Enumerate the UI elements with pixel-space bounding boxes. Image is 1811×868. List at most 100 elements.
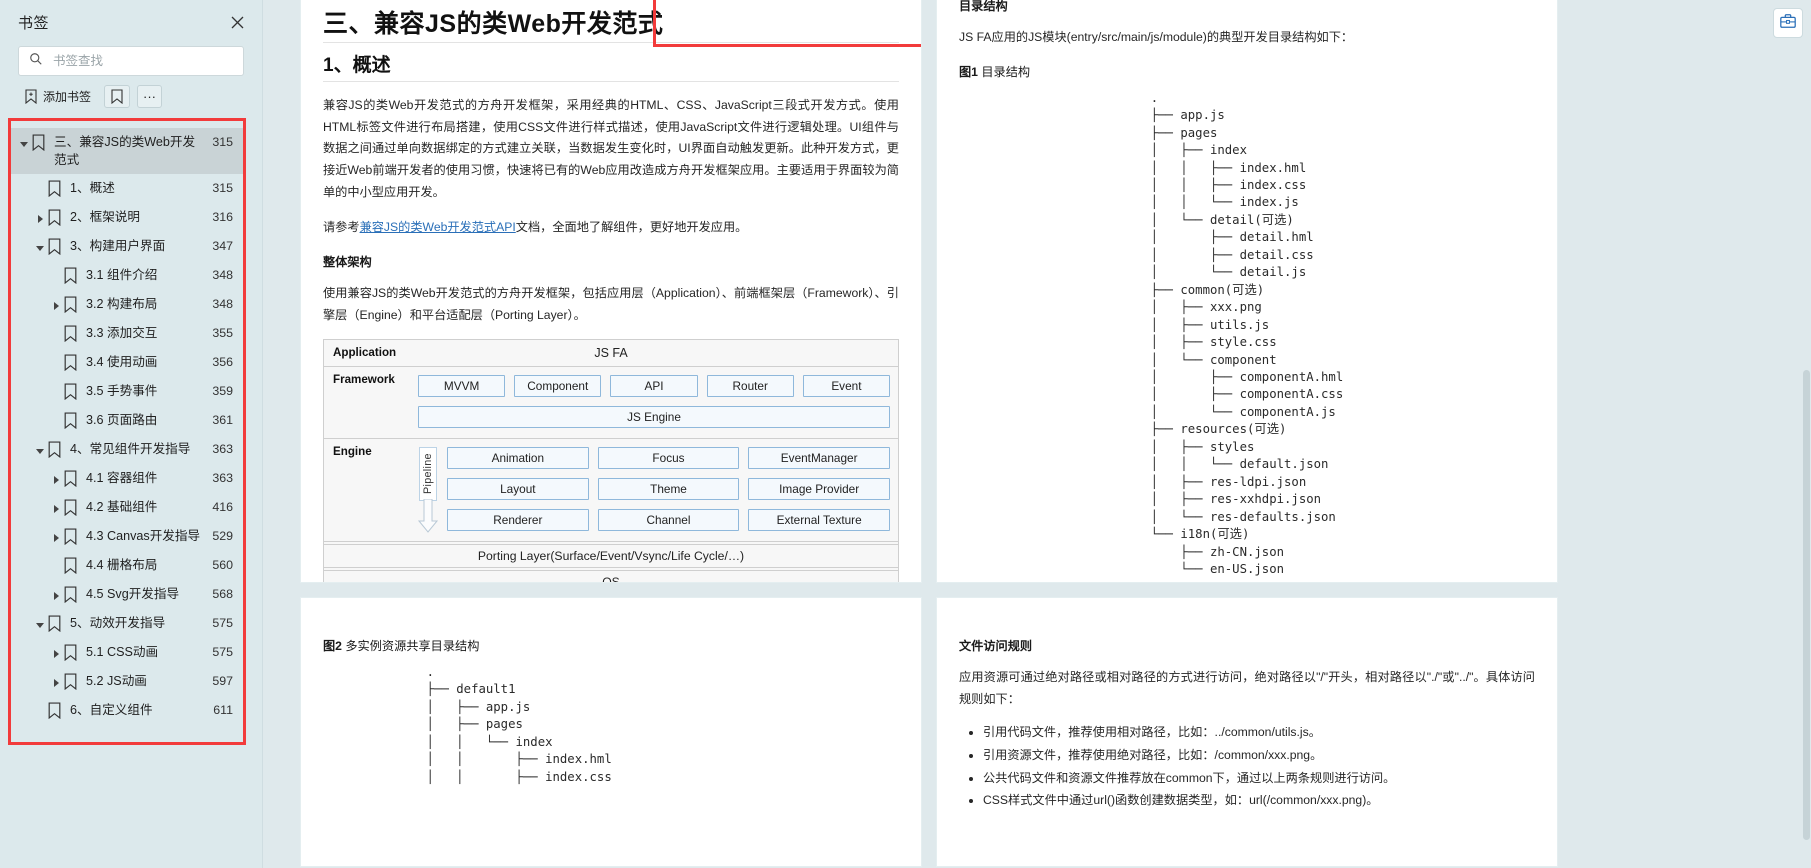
bookmark-tree[interactable]: 三、兼容JS的类Web开发范式 315 1、概述 315 2、框架说明 316 3、构建用户… <box>11 121 243 742</box>
toolbox-button[interactable] <box>1773 8 1803 38</box>
bookmark-icon <box>47 205 63 227</box>
arch-cell-event: Event <box>802 374 890 397</box>
arch-cell-external-texture: External Texture <box>748 508 890 531</box>
list-item: 引用资源文件，推荐使用绝对路径，比如：/common/xxx.png。 <box>983 744 1535 767</box>
arch-label-framework: Framework <box>333 372 395 386</box>
sidebar-toolbar: 添加书签 ··· <box>0 76 262 118</box>
document-viewer[interactable]: 三、兼容JS的类Web开发范式 1、概述 兼容JS的类Web开发范式的方舟开发框… <box>268 0 1765 868</box>
chevron-down-icon[interactable] <box>17 130 31 152</box>
tree-item-label: 3、构建用户界面 <box>70 238 166 253</box>
tree-item[interactable]: 3.6 页面路由 361 <box>11 406 243 435</box>
tree-item-page-number: 363 <box>212 441 233 456</box>
tree-item[interactable]: 4.2 基础组件 416 <box>11 493 243 522</box>
doc-subheading-directory: 目录结构 <box>959 0 1008 13</box>
bookmark-icon <box>63 640 79 662</box>
doc-heading-1: 三、兼容JS的类Web开发范式 <box>323 0 899 43</box>
chevron-right-icon[interactable] <box>49 582 63 604</box>
arch-framework-wide-row: JS Engine <box>332 405 890 428</box>
arch-cell-image-provider: Image Provider <box>748 477 890 500</box>
para2-suffix: 文档，全面地了解组件，更好地开发应用。 <box>515 219 748 234</box>
tree-item[interactable]: 三、兼容JS的类Web开发范式 315 <box>11 128 243 174</box>
chevron-right-icon[interactable] <box>49 640 63 662</box>
pages-grid: 三、兼容JS的类Web开发范式 1、概述 兼容JS的类Web开发范式的方舟开发框… <box>268 0 1765 866</box>
doc-paragraph-file-access: 应用资源可通过绝对路径或相对路径的方式进行访问，绝对路径以"/"开头，相对路径以… <box>959 670 1535 706</box>
tree-item-page-number: 597 <box>212 673 233 688</box>
chevron-right-icon[interactable] <box>49 524 63 546</box>
chevron-down-icon[interactable] <box>33 437 47 459</box>
arch-cell-channel: Channel <box>597 508 740 531</box>
tree-item-page-number: 348 <box>212 296 233 311</box>
ellipsis-icon: ··· <box>143 89 157 104</box>
more-options-button[interactable]: ··· <box>137 85 163 108</box>
doc-subheading-architecture: 整体架构 <box>323 255 372 270</box>
tree-item[interactable]: 4.3 Canvas开发指导 529 <box>11 522 243 551</box>
tree-item-label: 1、概述 <box>70 180 115 195</box>
arch-cell-component: Component <box>514 374 602 397</box>
tree-item[interactable]: 3.2 构建布局 348 <box>11 290 243 319</box>
chevron-right-icon[interactable] <box>49 292 63 314</box>
tree-item[interactable]: 4.5 Svg开发指导 568 <box>11 580 243 609</box>
tree-item[interactable]: 2、框架说明 316 <box>11 203 243 232</box>
vertical-scrollbar[interactable] <box>1803 370 1810 840</box>
bookmark-tree-highlight: 三、兼容JS的类Web开发范式 315 1、概述 315 2、框架说明 316 3、构建用户… <box>8 118 246 745</box>
tree-item[interactable]: 4.1 容器组件 363 <box>11 464 243 493</box>
arch-cell-theme: Theme <box>597 477 740 500</box>
tree-item[interactable]: 3.4 使用动画 356 <box>11 348 243 377</box>
tree-item-page-number: 359 <box>212 383 233 398</box>
tree-item-label: 6、自定义组件 <box>70 702 153 717</box>
chevron-down-icon[interactable] <box>33 611 47 633</box>
arch-value-jsfa: JS FA <box>594 345 628 360</box>
tree-item-label: 4.3 Canvas开发指导 <box>86 528 201 543</box>
bookmark-tool-button[interactable] <box>104 85 131 108</box>
bookmark-plus-icon <box>24 89 38 105</box>
tree-item[interactable]: 3.1 组件介绍 348 <box>11 261 243 290</box>
tree-item[interactable]: 1、概述 315 <box>11 174 243 203</box>
page-title: 书签 <box>18 14 50 32</box>
tree-item-page-number: 356 <box>212 354 233 369</box>
chevron-right-icon[interactable] <box>33 205 47 227</box>
chevron-right-icon[interactable] <box>49 669 63 691</box>
chevron-right-icon[interactable] <box>49 495 63 517</box>
bookmark-icon <box>63 379 79 401</box>
close-icon[interactable] <box>226 11 248 33</box>
tree-item-page-number: 575 <box>212 644 233 659</box>
search-box[interactable] <box>18 46 244 76</box>
tree-item-page-number: 611 <box>213 702 233 717</box>
api-doc-link[interactable]: 兼容JS的类Web开发范式API <box>360 220 516 234</box>
tree-item[interactable]: 6、自定义组件 611 <box>11 696 243 725</box>
bookmark-icon <box>63 263 79 285</box>
chevron-right-icon[interactable] <box>49 466 63 488</box>
tree-item-page-number: 315 <box>212 180 233 195</box>
add-bookmark-button[interactable]: 添加书签 <box>18 85 97 108</box>
tree-item[interactable]: 3、构建用户界面 347 <box>11 232 243 261</box>
figure-2-caption: 图2 多实例资源共享目录结构 <box>323 636 899 654</box>
chevron-down-icon[interactable] <box>33 234 47 256</box>
right-page-column: 目录结构 JS FA应用的JS模块(entry/src/main/js/modu… <box>937 0 1557 866</box>
arch-cell-router: Router <box>706 374 794 397</box>
bookmark-icon <box>63 582 79 604</box>
tree-item[interactable]: 3.3 添加交互 355 <box>11 319 243 348</box>
arch-engine-cells: Animation Focus EventManager Layout Them… <box>447 446 890 531</box>
tree-item[interactable]: 3.5 手势事件 359 <box>11 377 243 406</box>
tree-item[interactable]: 5、动效开发指导 575 <box>11 609 243 638</box>
arch-cell-focus: Focus <box>597 446 740 469</box>
arch-cell-animation: Animation <box>447 446 589 469</box>
tree-item[interactable]: 5.2 JS动画 597 <box>11 667 243 696</box>
document-page-4: 文件访问规则 应用资源可通过绝对路径或相对路径的方式进行访问，绝对路径以"/"开… <box>937 598 1557 866</box>
arch-pipeline-label: Pipeline <box>419 446 437 501</box>
arch-pipeline: Pipeline <box>417 446 439 533</box>
document-page-2: 图2 多实例资源共享目录结构 . ├── default1 │ ├── app.… <box>301 598 921 866</box>
tree-item-page-number: 348 <box>212 267 233 282</box>
tree-item[interactable]: 4、常见组件开发指导 363 <box>11 435 243 464</box>
tree-item[interactable]: 4.4 栅格布局 560 <box>11 551 243 580</box>
para2-prefix: 请参考 <box>323 219 360 234</box>
bookmark-icon <box>63 321 79 343</box>
search-input[interactable] <box>51 53 233 69</box>
arch-cell-js-engine: JS Engine <box>418 405 890 428</box>
tree-item[interactable]: 5.1 CSS动画 575 <box>11 638 243 667</box>
doc-paragraph-2: 请参考兼容JS的类Web开发范式API文档，全面地了解组件，更好地开发应用。 <box>323 217 899 239</box>
arch-band-os: OS <box>323 569 899 582</box>
toolbox-icon <box>1779 12 1797 35</box>
tree-item-label: 4.2 基础组件 <box>86 499 158 514</box>
